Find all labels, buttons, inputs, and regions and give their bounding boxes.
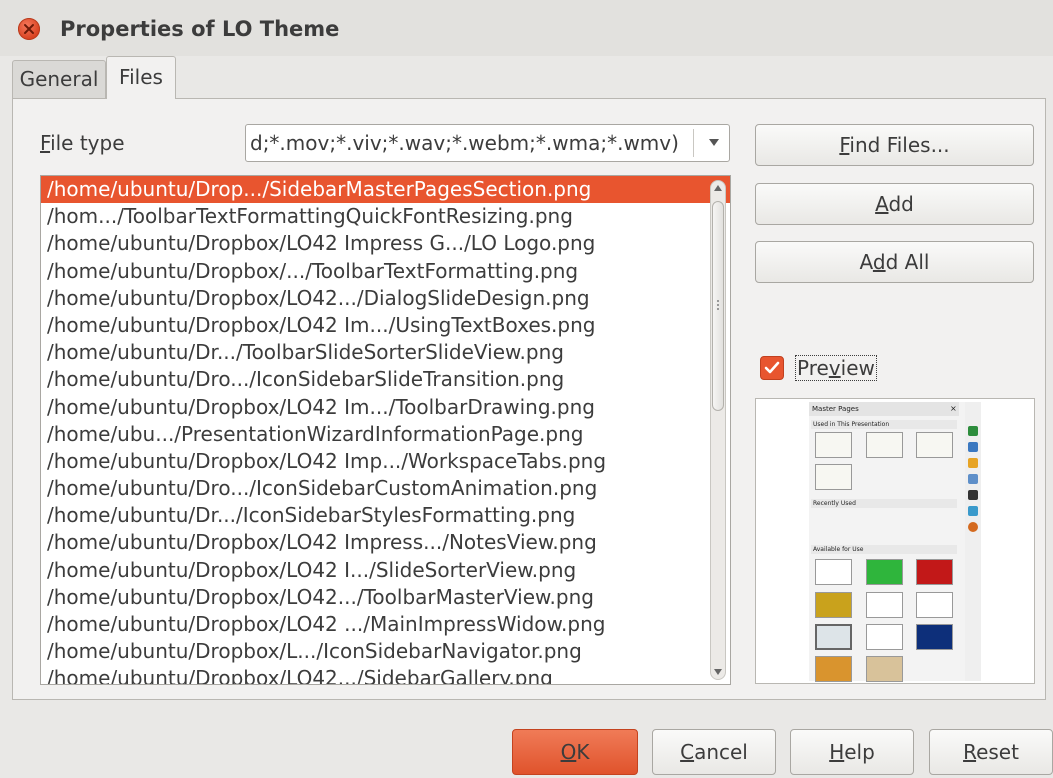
file-list-item[interactable]: /home/ubuntu/Dropbox/L.../IconSidebarNav… <box>41 638 730 665</box>
thumb-slide <box>815 624 852 650</box>
file-type-label: File type <box>40 131 125 155</box>
preview-thumbnail: Master Pages × Used in This Presentation… <box>809 402 981 682</box>
checkmark-icon <box>764 361 780 374</box>
thumb-slide <box>866 624 903 650</box>
thumb-deck-icon <box>968 490 978 500</box>
close-icon <box>24 24 34 34</box>
thumb-deck-icon <box>968 426 978 436</box>
tab-files[interactable]: Files <box>106 56 176 99</box>
thumb-deck-icon <box>968 458 978 468</box>
thumb-slide <box>815 656 852 682</box>
file-list-item[interactable]: /home/ubuntu/Dropbox/LO42 .../MainImpres… <box>41 611 730 638</box>
thumb-slide <box>866 592 903 618</box>
thumb-slide <box>815 464 852 490</box>
thumb-slide <box>815 432 852 458</box>
add-all-button[interactable]: Add All <box>755 241 1034 283</box>
ok-button[interactable]: OK <box>512 729 638 775</box>
thumb-slide <box>916 592 953 618</box>
file-list-item[interactable]: /home/ubuntu/Dropbox/LO42 Impress G.../L… <box>41 230 730 257</box>
file-type-combobox[interactable]: d;*.mov;*.viv;*.wav;*.webm;*.wma;*.wmv) <box>245 124 730 162</box>
preview-checkbox[interactable] <box>760 356 784 380</box>
thumb-slide <box>916 432 953 458</box>
thumb-title: Master Pages <box>809 402 959 416</box>
file-list-item[interactable]: /home/ubuntu/Dropbox/LO42 I.../SlideSort… <box>41 557 730 584</box>
thumb-slide <box>866 432 903 458</box>
thumb-slide <box>866 656 903 682</box>
file-list-item[interactable]: /home/ubu.../PresentationWizardInformati… <box>41 421 730 448</box>
dropdown-arrow-icon[interactable] <box>709 139 719 147</box>
scroll-down-icon[interactable] <box>714 669 722 675</box>
reset-button[interactable]: Reset <box>929 729 1053 775</box>
find-files-button[interactable]: Find Files... <box>755 124 1034 166</box>
add-button[interactable]: Add <box>755 183 1034 225</box>
file-list-item[interactable]: /home/ubuntu/Dropbox/LO42.../DialogSlide… <box>41 285 730 312</box>
thumb-slide <box>916 559 953 585</box>
file-list-item[interactable]: /home/ubuntu/Dr.../ToolbarSlideSorterSli… <box>41 339 730 366</box>
thumb-slide <box>866 559 903 585</box>
file-list-item[interactable]: /home/ubuntu/Dro.../IconSidebarSlideTran… <box>41 366 730 393</box>
file-list-item[interactable]: /home/ubuntu/Dro.../IconSidebarCustomAni… <box>41 475 730 502</box>
thumb-deck-icon <box>968 474 978 484</box>
preview-area: Master Pages × Used in This Presentation… <box>755 398 1035 684</box>
window-title: Properties of LO Theme <box>60 17 340 41</box>
title-bar: Properties of LO Theme <box>0 0 1053 56</box>
cancel-button[interactable]: Cancel <box>652 729 776 775</box>
thumb-deck-icon <box>968 506 978 516</box>
grip-icon <box>717 300 719 310</box>
preview-label[interactable]: Preview <box>795 355 877 381</box>
file-list-item[interactable]: /home/ubuntu/Drop.../SidebarMasterPagesS… <box>41 176 730 204</box>
file-list[interactable]: /home/ubuntu/Drop.../SidebarMasterPagesS… <box>40 175 731 685</box>
thumb-slide <box>815 592 852 618</box>
help-button[interactable]: Help <box>790 729 914 775</box>
file-type-value: d;*.mov;*.viv;*.wav;*.webm;*.wma;*.wmv) <box>250 131 679 155</box>
file-list-item[interactable]: /home/ubuntu/Dropbox/LO42.../ToolbarMast… <box>41 584 730 611</box>
file-list-item[interactable]: /home/ubuntu/Dropbox/LO42.../SidebarGall… <box>41 665 730 684</box>
vertical-scrollbar[interactable] <box>710 180 726 680</box>
file-list-item[interactable]: /hom.../ToolbarTextFormattingQuickFontRe… <box>41 203 730 230</box>
thumb-slide <box>916 624 953 650</box>
scroll-thumb[interactable] <box>712 201 724 411</box>
combo-separator <box>693 129 694 157</box>
file-list-item[interactable]: /home/ubuntu/Dropbox/LO42 Impress.../Not… <box>41 529 730 556</box>
file-list-item[interactable]: /home/ubuntu/Dropbox/LO42 Im.../ToolbarD… <box>41 394 730 421</box>
file-list-item[interactable]: /home/ubuntu/Dropbox/LO42 Imp.../Workspa… <box>41 448 730 475</box>
file-list-item[interactable]: /home/ubuntu/Dropbox/LO42 Im.../UsingTex… <box>41 312 730 339</box>
thumb-deck-icon <box>968 522 978 532</box>
thumb-slide <box>815 559 852 585</box>
thumb-section-recent: Recently Used <box>811 499 957 508</box>
scroll-up-icon[interactable] <box>714 185 722 191</box>
thumb-deck-icon <box>968 442 978 452</box>
thumb-section-available: Available for Use <box>811 545 957 554</box>
close-window-button[interactable] <box>18 18 40 40</box>
file-list-items: /home/ubuntu/Drop.../SidebarMasterPagesS… <box>41 176 730 684</box>
tab-general[interactable]: General <box>12 60 106 98</box>
thumb-close-icon: × <box>950 404 957 413</box>
thumb-section-used: Used in This Presentation <box>811 420 957 429</box>
thumb-icon-strip <box>965 402 981 681</box>
file-list-item[interactable]: /home/ubuntu/Dr.../IconSidebarStylesForm… <box>41 502 730 529</box>
file-list-item[interactable]: /home/ubuntu/Dropbox/.../ToolbarTextForm… <box>41 258 730 285</box>
